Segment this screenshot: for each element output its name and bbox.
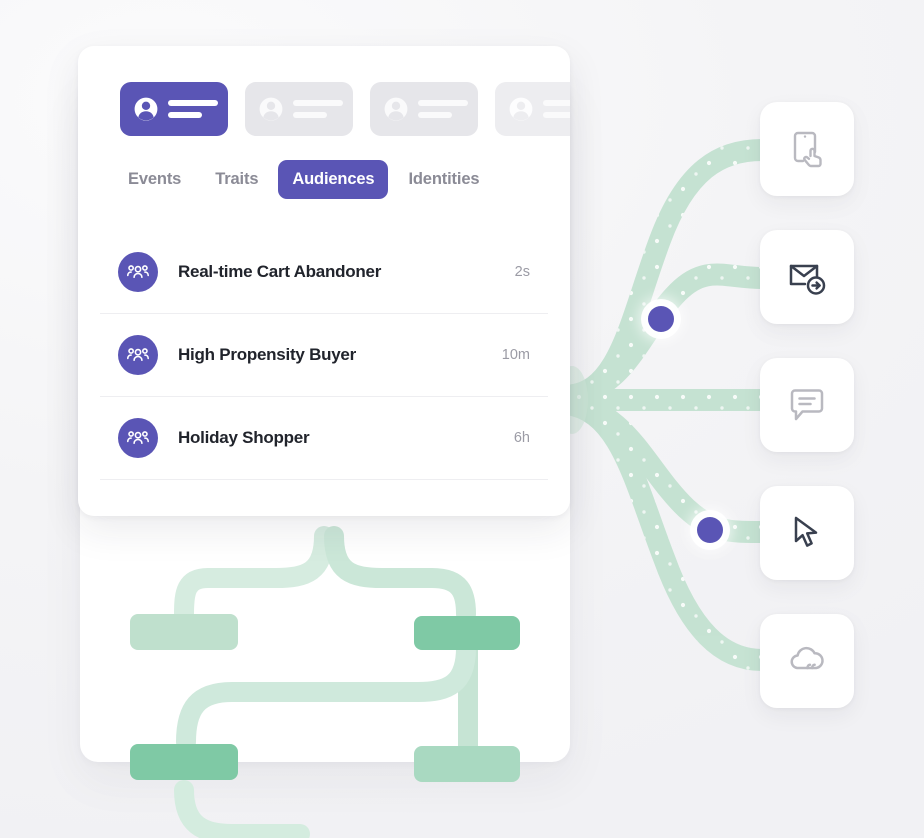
- avatar: [118, 335, 158, 375]
- destination-card-cloud[interactable]: [760, 614, 854, 708]
- pipeline-block-top-right: [414, 616, 520, 650]
- profile-chip-1[interactable]: [120, 82, 228, 136]
- chip-text-lines: [293, 100, 343, 118]
- audience-name: Real-time Cart Abandoner: [178, 262, 382, 281]
- cursor-pointer-icon: [794, 516, 818, 547]
- destination-card-mobile[interactable]: [760, 102, 854, 196]
- table-row[interactable]: Real-time Cart Abandoner 2s: [100, 231, 548, 314]
- person-badge-icon: [259, 97, 283, 121]
- profile-chip-row: [120, 82, 570, 136]
- chip-text-lines: [168, 100, 218, 118]
- person-badge-icon: [384, 97, 408, 121]
- avatar: [118, 418, 158, 458]
- table-row[interactable]: High Propensity Buyer 10m: [100, 314, 548, 397]
- audience-latency: 10m: [501, 347, 530, 363]
- audience-list: Real-time Cart Abandoner 2s High Propens…: [100, 231, 548, 480]
- destination-card-cursor[interactable]: [760, 486, 854, 580]
- people-group-icon: [127, 265, 149, 278]
- avatar: [118, 252, 158, 292]
- flow-node-lower[interactable]: [697, 517, 723, 543]
- profile-chip-2[interactable]: [245, 82, 353, 136]
- audience-card: Events Traits Audiences Identities Real-…: [78, 46, 570, 516]
- tab-audiences[interactable]: Audiences: [278, 160, 389, 199]
- illustration-stage: Events Traits Audiences Identities Real-…: [0, 0, 924, 838]
- profile-chip-4[interactable]: [495, 82, 570, 136]
- cloud-icon: [790, 646, 824, 670]
- chip-text-lines: [418, 100, 468, 118]
- pipeline-block-top-left: [130, 614, 238, 650]
- person-badge-icon: [509, 97, 533, 121]
- pipeline-block-bottom-left: [130, 744, 238, 780]
- people-group-icon: [127, 348, 149, 361]
- flow-node-upper[interactable]: [648, 306, 674, 332]
- destination-card-chat[interactable]: [760, 358, 854, 452]
- audience-name: High Propensity Buyer: [178, 345, 357, 364]
- pipeline-block-bottom-right: [414, 746, 520, 782]
- audience-latency: 6h: [513, 430, 530, 446]
- destination-card-email[interactable]: [760, 230, 854, 324]
- audience-latency: 2s: [514, 264, 530, 280]
- profile-chip-3[interactable]: [370, 82, 478, 136]
- chip-text-lines: [543, 100, 570, 118]
- tab-identities[interactable]: Identities: [394, 160, 493, 199]
- table-row[interactable]: Holiday Shopper 6h: [100, 397, 548, 480]
- tab-events[interactable]: Events: [114, 160, 195, 199]
- chat-bubble-icon: [790, 389, 824, 421]
- tab-traits[interactable]: Traits: [201, 160, 272, 199]
- mobile-tap-icon: [793, 131, 822, 168]
- people-group-icon: [127, 431, 149, 444]
- email-send-icon: [789, 264, 826, 295]
- audience-name: Holiday Shopper: [178, 428, 310, 447]
- card-tabs: Events Traits Audiences Identities: [114, 160, 493, 199]
- person-badge-icon: [134, 97, 158, 121]
